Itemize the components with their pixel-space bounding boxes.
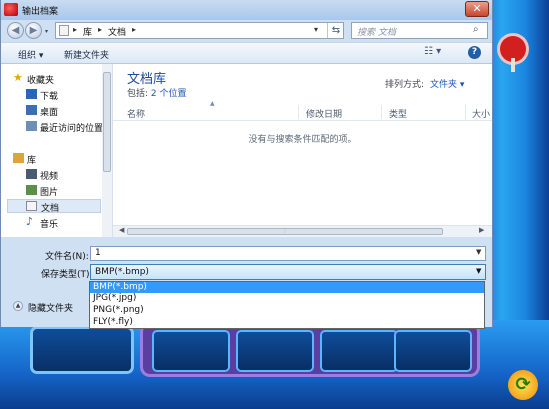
sidebar-item-label: 收藏夹 xyxy=(27,76,55,86)
filename-dropdown-icon[interactable]: ▼ xyxy=(476,248,481,256)
help-icon[interactable]: ? xyxy=(468,46,481,59)
app-icon xyxy=(4,3,18,16)
sidebar-item-label: 最近访问的位置 xyxy=(40,124,104,134)
breadcrumb-separator-icon[interactable]: ▸ xyxy=(132,25,136,34)
new-folder-button[interactable]: 新建文件夹 xyxy=(64,48,109,61)
sidebar-item-label: 桌面 xyxy=(40,108,59,118)
filename-label: 文件名(N): xyxy=(45,252,89,262)
command-toolbar: 组织 ▾ 新建文件夹 ☷ ▾ ? xyxy=(1,42,492,64)
filetype-option-bmp[interactable]: BMP(*.bmp) xyxy=(90,282,484,293)
column-header-modified[interactable]: 修改日期 xyxy=(306,107,342,120)
horizontal-scrollbar[interactable]: ◀ ⋮ ▶ xyxy=(113,225,492,237)
library-icon xyxy=(13,153,24,163)
scroll-right-icon[interactable]: ▶ xyxy=(479,226,484,234)
file-list-pane: 文档库 包括: 2 个位置 排列方式: 文件夹 ▾ ▲ 名称 修改日期 类型 大… xyxy=(113,64,492,237)
filetype-option-jpg[interactable]: JPG(*.jpg) xyxy=(90,293,484,304)
column-header-size[interactable]: 大小 xyxy=(472,107,490,120)
arrange-by-dropdown[interactable]: 文件夹 ▾ xyxy=(430,77,464,90)
filetype-option-png[interactable]: PNG(*.png) xyxy=(90,305,484,316)
column-divider[interactable] xyxy=(381,105,382,119)
breadcrumb-separator-icon[interactable]: ▸ xyxy=(73,25,77,34)
filetype-dropdown-icon[interactable]: ▼ xyxy=(476,267,481,275)
empty-results-message: 没有与搜索条件匹配的项。 xyxy=(248,135,357,145)
address-dropdown-icon[interactable]: ▾ xyxy=(314,25,318,34)
search-placeholder: 搜索 文档 xyxy=(357,28,396,38)
mailbox-icon[interactable] xyxy=(500,36,526,72)
search-input[interactable]: 搜索 文档 ⌕ xyxy=(351,22,488,39)
sidebar-item-label: 文档 xyxy=(41,204,60,214)
game-slot xyxy=(394,330,472,372)
refresh-icon[interactable]: ⟳ xyxy=(508,370,538,400)
address-bar[interactable]: ▸ 库 ▸ 文档 ▸ ▾ ⇆ xyxy=(55,22,344,39)
organize-button[interactable]: 组织 ▾ xyxy=(18,48,43,61)
breadcrumb-separator-icon[interactable]: ▸ xyxy=(98,25,102,34)
filetype-label: 保存类型(T): xyxy=(41,270,93,280)
search-icon[interactable]: ⌕ xyxy=(473,24,479,35)
desktop-icon xyxy=(26,105,37,115)
sidebar-item-label: 音乐 xyxy=(40,220,59,230)
column-header-type[interactable]: 类型 xyxy=(389,107,407,120)
filetype-dropdown-list: BMP(*.bmp) JPG(*.jpg) PNG(*.png) FLY(*.f… xyxy=(89,281,485,329)
game-slot xyxy=(320,330,398,372)
column-header-row: ▲ 名称 修改日期 类型 大小 xyxy=(113,100,492,121)
library-includes: 包括: 2 个位置 xyxy=(127,86,187,99)
library-title: 文档库 xyxy=(127,72,167,87)
filetype-option-fly[interactable]: FLY(*.fly) xyxy=(90,317,484,328)
navigation-pane: ★ 收藏夹 下载 桌面 最近访问的位置 库 视频 图片 文档 ♪ 音乐 xyxy=(1,64,113,237)
sidebar-item-label: 库 xyxy=(27,156,37,166)
refresh-address-icon[interactable]: ⇆ xyxy=(327,23,344,38)
arrange-by-label: 排列方式: xyxy=(385,80,425,90)
breadcrumb-library[interactable]: 库 xyxy=(83,25,92,38)
music-library-icon: ♪ xyxy=(26,215,34,228)
folder-icon xyxy=(59,25,69,36)
filetype-value: BMP(*.bmp) xyxy=(95,267,149,277)
hide-folders-icon[interactable]: ▲ xyxy=(13,301,23,311)
video-library-icon xyxy=(26,169,37,179)
filetype-select[interactable]: BMP(*.bmp) ▼ xyxy=(90,264,486,280)
close-button[interactable]: ✕ xyxy=(465,1,489,17)
sidebar-item-label: 视频 xyxy=(40,172,59,182)
picture-library-icon xyxy=(26,185,37,195)
game-slot xyxy=(30,326,134,374)
navigation-bar: ◀ ▶ ▾ ▸ 库 ▸ 文档 ▸ ▾ ⇆ 搜索 文档 ⌕ xyxy=(1,20,492,42)
forward-button[interactable]: ▶ xyxy=(25,22,42,39)
sidebar-scrollbar-thumb[interactable] xyxy=(103,72,111,172)
sort-indicator-icon: ▲ xyxy=(210,100,215,107)
window-title: 输出档案 xyxy=(22,7,59,17)
breadcrumb-documents[interactable]: 文档 xyxy=(108,25,126,38)
column-divider[interactable] xyxy=(465,105,466,119)
sidebar-item-label: 下载 xyxy=(40,92,59,102)
column-header-name[interactable]: 名称 xyxy=(127,107,145,120)
sidebar-item-documents[interactable]: 文档 xyxy=(7,199,101,214)
game-slot xyxy=(152,330,230,372)
star-icon: ★ xyxy=(13,71,23,84)
download-folder-icon xyxy=(26,89,37,99)
filename-value: 1 xyxy=(95,248,101,258)
title-bar: 输出档案 ✕ xyxy=(1,0,492,20)
includes-prefix: 包括: xyxy=(127,89,149,99)
save-dialog: 输出档案 ✕ ◀ ▶ ▾ ▸ 库 ▸ 文档 ▸ ▾ ⇆ 搜索 文档 ⌕ 组织 ▾… xyxy=(0,0,493,327)
recent-places-icon xyxy=(26,121,37,131)
sidebar-item-label: 图片 xyxy=(40,188,59,198)
document-library-icon xyxy=(26,201,37,211)
view-options-icon[interactable]: ☷ ▾ xyxy=(424,46,441,57)
history-dropdown-icon[interactable]: ▾ xyxy=(45,28,48,35)
hide-folders-button[interactable]: 隐藏文件夹 xyxy=(28,301,73,314)
includes-locations-link[interactable]: 2 个位置 xyxy=(151,89,187,99)
column-divider[interactable] xyxy=(298,105,299,119)
scroll-left-icon[interactable]: ◀ xyxy=(119,226,124,234)
back-button[interactable]: ◀ xyxy=(7,22,24,39)
game-slot xyxy=(236,330,314,372)
horizontal-scrollbar-thumb[interactable]: ⋮ xyxy=(127,228,443,235)
filename-field[interactable]: 1 ▼ xyxy=(90,246,486,261)
